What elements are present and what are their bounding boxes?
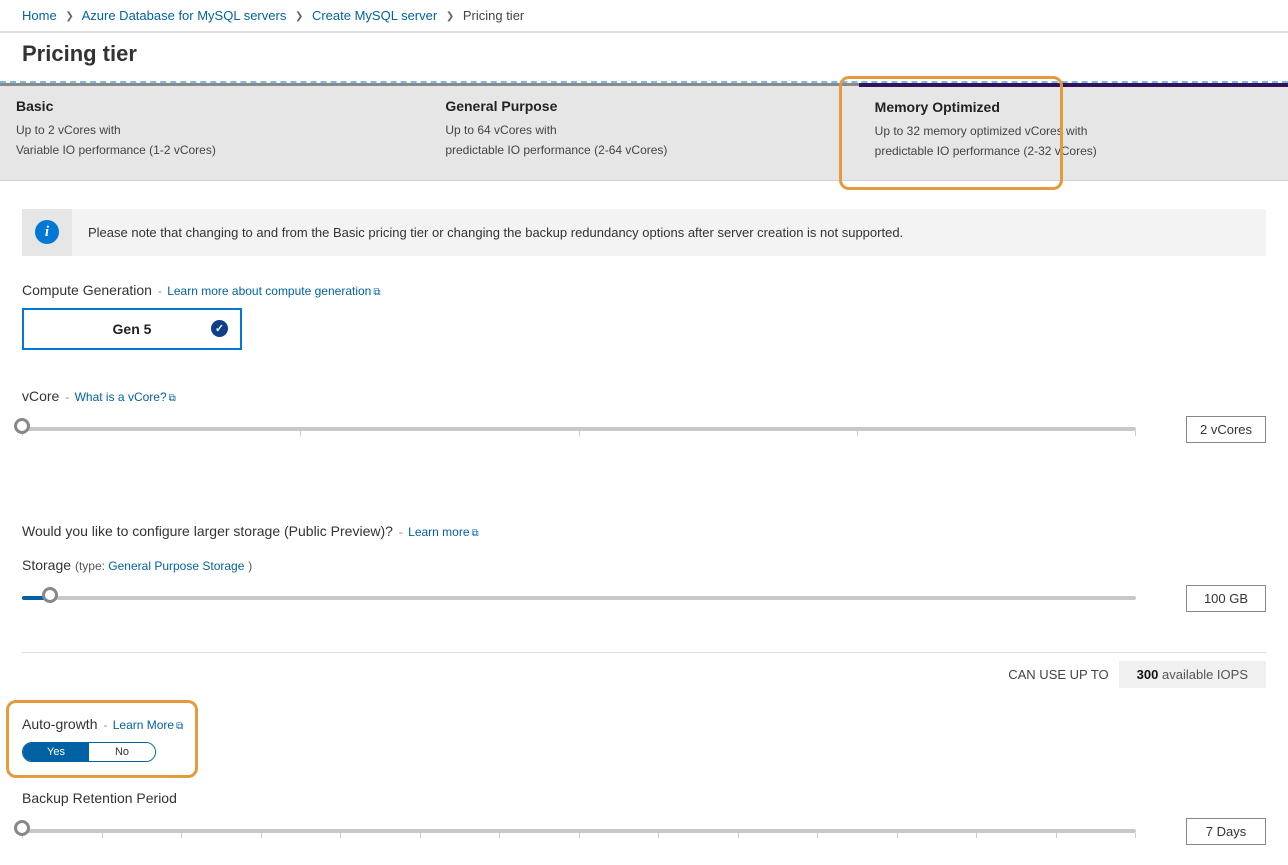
check-icon: ✓ — [211, 320, 228, 337]
storage-slider-row: 100 GB — [22, 585, 1266, 612]
vcore-slider[interactable] — [22, 427, 1136, 431]
breadcrumb-current: Pricing tier — [463, 8, 524, 23]
backup-retention-label: Backup Retention Period — [22, 790, 1266, 806]
info-icon-box: i — [22, 209, 72, 256]
info-bar: i Please note that changing to and from … — [22, 209, 1266, 256]
vcore-value[interactable]: 2 vCores — [1186, 416, 1266, 443]
tier-desc: Up to 64 vCores with predictable IO perf… — [445, 120, 842, 161]
info-text: Please note that changing to and from th… — [72, 209, 1266, 256]
tier-tab-memory-optimized[interactable]: Memory Optimized Up to 32 memory optimiz… — [859, 83, 1288, 180]
page-title: Pricing tier — [0, 33, 1288, 81]
external-link-icon: ⧉ — [373, 287, 380, 298]
external-link-icon: ⧉ — [169, 393, 176, 404]
compute-learn-more-link[interactable]: Learn more about compute generation⧉ — [167, 284, 380, 298]
large-storage-learn-more-link[interactable]: Learn more⧉ — [408, 525, 479, 539]
iops-value: 300 available IOPS — [1119, 661, 1266, 688]
large-storage-label: Would you like to configure larger stora… — [22, 523, 1266, 539]
breadcrumb-link-create-server[interactable]: Create MySQL server — [312, 8, 437, 23]
info-icon: i — [35, 220, 59, 244]
tier-title: Basic — [16, 98, 413, 114]
autogrowth-yes[interactable]: Yes — [23, 743, 89, 761]
vcore-learn-more-link[interactable]: What is a vCore?⧉ — [75, 390, 176, 404]
tier-desc: Up to 2 vCores with Variable IO performa… — [16, 120, 413, 161]
compute-generation-button[interactable]: Gen 5 ✓ — [22, 308, 242, 350]
chevron-right-icon: ❯ — [295, 11, 303, 22]
chevron-right-icon: ❯ — [65, 11, 73, 22]
slider-thumb[interactable] — [14, 820, 30, 836]
tier-title: General Purpose — [445, 98, 842, 114]
external-link-icon: ⧉ — [472, 528, 479, 539]
backup-retention-slider[interactable] — [22, 829, 1136, 833]
storage-slider[interactable] — [22, 596, 1136, 600]
chevron-right-icon: ❯ — [446, 11, 454, 22]
tier-tab-general-purpose[interactable]: General Purpose Up to 64 vCores with pre… — [429, 86, 858, 180]
external-link-icon: ⧉ — [176, 721, 183, 732]
vcore-slider-row: 2 vCores — [22, 416, 1266, 443]
autogrowth-no[interactable]: No — [89, 743, 155, 761]
backup-slider-row: 7 Days — [22, 818, 1266, 845]
breadcrumb-link-home[interactable]: Home — [22, 8, 57, 23]
tier-desc: Up to 32 memory optimized vCores with pr… — [875, 121, 1272, 162]
backup-retention-value[interactable]: 7 Days — [1186, 818, 1266, 845]
breadcrumb: Home ❯ Azure Database for MySQL servers … — [0, 0, 1288, 33]
compute-generation-label: Compute Generation - Learn more about co… — [22, 282, 1266, 298]
tier-tabs: Basic Up to 2 vCores with Variable IO pe… — [0, 83, 1288, 181]
storage-type-link[interactable]: General Purpose Storage — [108, 559, 244, 573]
iops-row: CAN USE UP TO 300 available IOPS — [22, 661, 1266, 688]
highlight-annotation — [6, 700, 198, 778]
tier-tab-basic[interactable]: Basic Up to 2 vCores with Variable IO pe… — [0, 86, 429, 180]
tier-title: Memory Optimized — [875, 99, 1272, 115]
slider-thumb[interactable] — [14, 418, 30, 434]
autogrowth-toggle[interactable]: Yes No — [22, 742, 156, 762]
storage-label: Storage (type: General Purpose Storage ) — [22, 557, 1266, 573]
autogrowth-learn-more-link[interactable]: Learn More⧉ — [113, 718, 184, 732]
autogrowth-label: Auto-growth - Learn More⧉ — [22, 716, 1266, 732]
autogrowth-section: Auto-growth - Learn More⧉ Yes No — [22, 716, 1266, 762]
vcore-label: vCore - What is a vCore?⧉ — [22, 388, 1266, 404]
iops-label: CAN USE UP TO — [1008, 667, 1108, 682]
compute-generation-value: Gen 5 — [113, 321, 152, 337]
slider-thumb[interactable] — [42, 587, 58, 603]
storage-value[interactable]: 100 GB — [1186, 585, 1266, 612]
breadcrumb-link-mysql-servers[interactable]: Azure Database for MySQL servers — [82, 8, 287, 23]
divider — [22, 652, 1266, 653]
